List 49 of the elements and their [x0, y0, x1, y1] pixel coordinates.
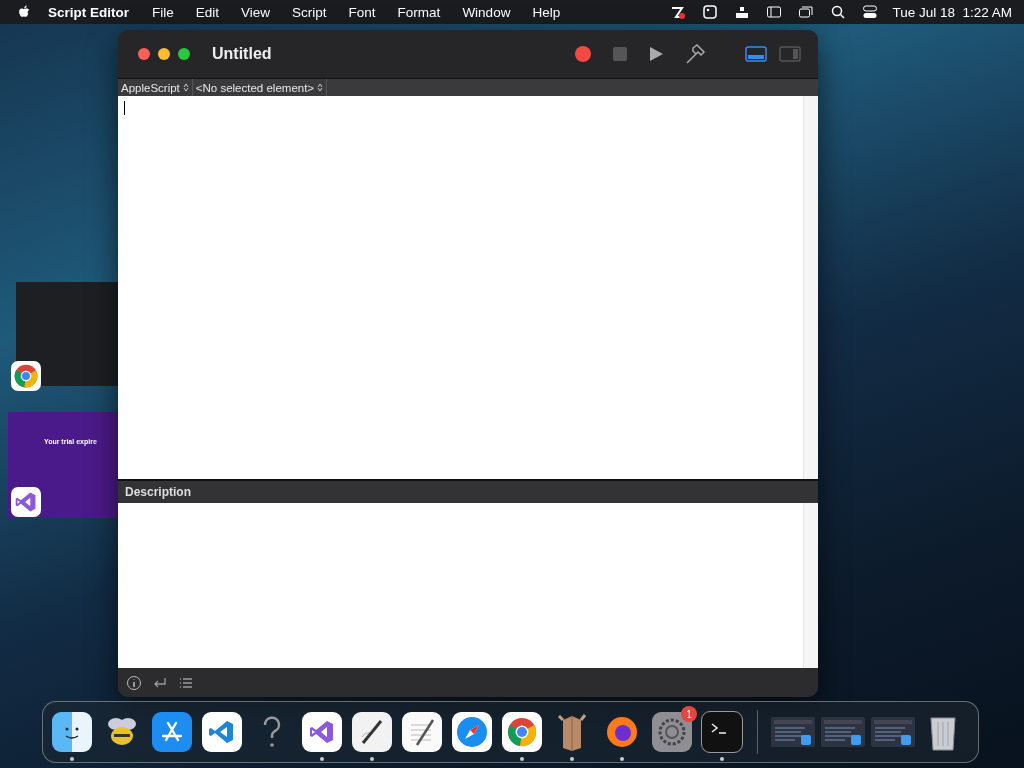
menu-item[interactable]: Edit [184, 4, 231, 20]
minimize-button[interactable] [158, 48, 170, 60]
rounded-square-icon[interactable] [702, 4, 719, 20]
sidebar-icon[interactable] [766, 4, 783, 20]
close-button[interactable] [138, 48, 150, 60]
updown-chevron-icon [182, 83, 189, 92]
notification-badge: 1 [681, 706, 697, 722]
visual-studio-icon[interactable] [11, 487, 41, 517]
code-editor-icon[interactable] [202, 712, 242, 752]
stop-icon [612, 46, 628, 62]
menu-item[interactable]: View [230, 4, 282, 20]
notepad-icon[interactable] [402, 712, 442, 752]
window-title: Untitled [212, 45, 272, 63]
stack-icon[interactable] [734, 4, 751, 20]
window-thumbnail[interactable] [871, 717, 915, 747]
scrollbar-track[interactable] [803, 503, 818, 668]
zoom-button[interactable] [178, 48, 190, 60]
apple-icon[interactable] [18, 4, 32, 20]
compass-icon[interactable] [452, 712, 492, 752]
menu-item[interactable]: Format [386, 4, 452, 20]
visual-studio-icon[interactable] [302, 712, 342, 752]
chrome-icon[interactable] [502, 712, 542, 752]
search-icon[interactable] [830, 4, 847, 20]
gear-icon[interactable] [652, 712, 692, 752]
menu-item[interactable]: Window [451, 4, 522, 20]
scrollbar-track[interactable] [803, 96, 818, 479]
window-thumbnail[interactable] [771, 717, 815, 747]
app-store-icon[interactable] [152, 712, 192, 752]
description-header: Description [118, 479, 818, 503]
info-button[interactable] [126, 674, 142, 691]
script-pen-icon[interactable] [352, 712, 392, 752]
app-menu[interactable]: Script Editor [32, 4, 141, 20]
finder-icon[interactable] [52, 712, 92, 752]
toggles-icon[interactable] [862, 4, 879, 20]
menu-item[interactable]: Script [281, 4, 338, 20]
menu-item[interactable]: Help [521, 4, 572, 20]
updown-chevron-icon [317, 83, 324, 92]
menu-item[interactable]: File [141, 4, 185, 20]
record-icon [574, 45, 592, 63]
window-preview[interactable] [16, 282, 118, 386]
chrome-icon[interactable] [11, 361, 41, 391]
play-icon [648, 46, 664, 62]
window-thumbnail[interactable] [821, 717, 865, 747]
menu-item[interactable]: Font [337, 4, 387, 20]
windows-icon[interactable] [798, 4, 815, 20]
terminal-icon[interactable] [701, 711, 743, 753]
hammer-icon [684, 43, 706, 65]
text-cursor [124, 101, 125, 115]
menu-clock[interactable]: Tue Jul 18 1:22 AM [892, 4, 1012, 20]
